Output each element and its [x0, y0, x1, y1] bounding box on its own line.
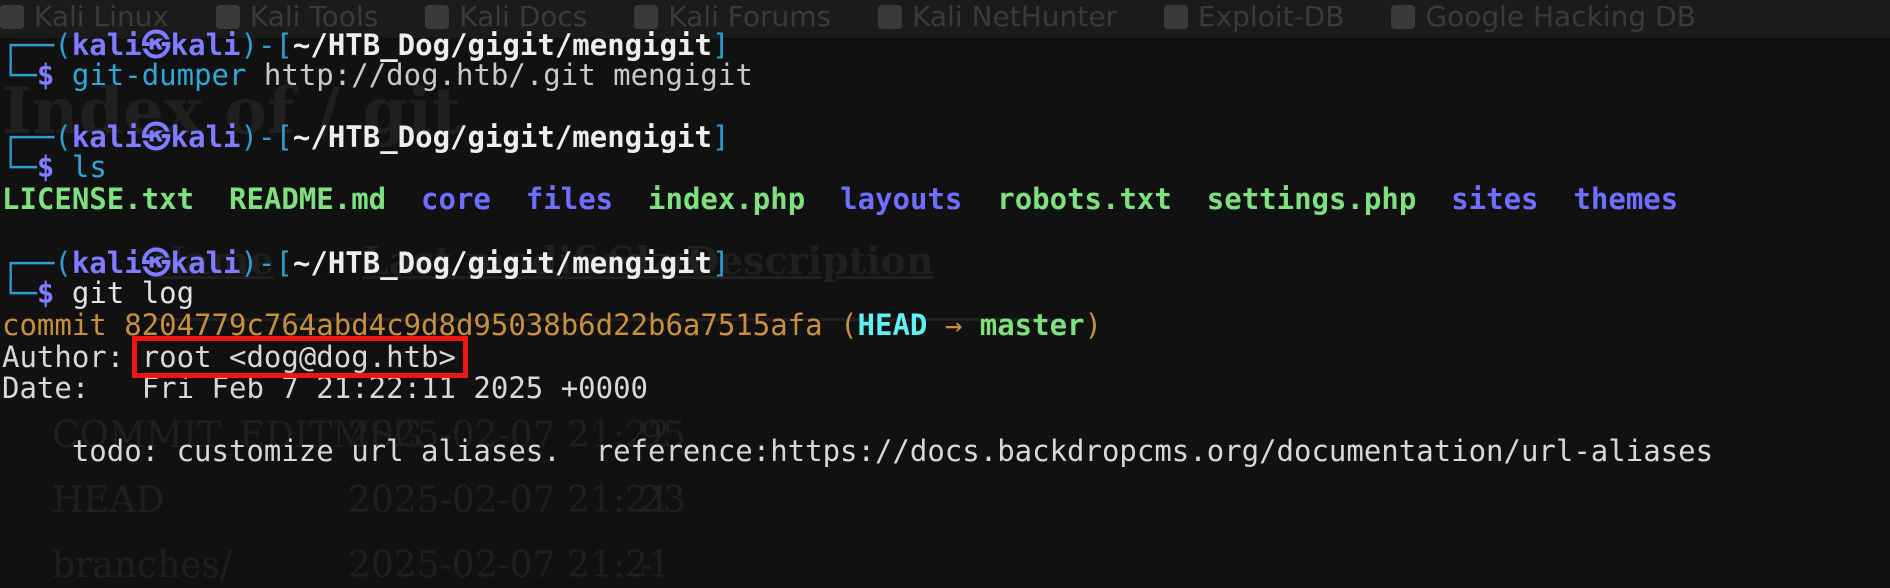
ls-entry: settings.php — [1206, 182, 1417, 216]
ls-entry: README.md — [228, 182, 387, 216]
exploit-db-icon — [1163, 5, 1188, 29]
highlight-box — [131, 336, 468, 378]
commit-head: HEAD — [857, 308, 928, 342]
command-line[interactable]: └─$ git-dumper http://dog.htb/.git mengi… — [2, 56, 753, 94]
ls-output: LICENSE.txt README.md core files index.p… — [2, 180, 1678, 218]
nethunter-icon — [878, 5, 903, 29]
ls-entry: sites — [1451, 182, 1539, 216]
ls-entry: layouts — [840, 182, 963, 216]
prompt-frame: ] — [711, 120, 730, 154]
commit-arrow: → — [927, 308, 980, 342]
command-name: git — [71, 276, 125, 310]
commit-paren: ( — [822, 308, 858, 342]
command-args: http://dog.htb/.git mengigit — [246, 58, 753, 92]
ls-entry: index.php — [648, 182, 806, 216]
prompt-frame: ] — [711, 246, 730, 280]
command-name: git-dumper — [71, 58, 247, 92]
commit-message: todo: customize url aliases. reference:h… — [2, 434, 1714, 468]
background-row-date: 2025-02-07 21:21 — [348, 545, 671, 586]
ls-entry: files — [525, 182, 614, 216]
commit-branch: master — [979, 308, 1085, 342]
prompt-dollar: $ — [36, 58, 55, 92]
prompt-frame: )-[ — [240, 246, 293, 280]
command-name: ls — [71, 150, 107, 184]
bookmark-kali-nethunter[interactable]: Kali NetHunter — [878, 0, 1117, 33]
ghdb-icon — [1391, 5, 1416, 29]
ls-entry: robots.txt — [997, 182, 1172, 216]
prompt-frame: └─ — [2, 276, 37, 310]
background-row-size: - — [640, 545, 653, 586]
command-args: log — [124, 276, 195, 310]
bookmark-google-hacking-db[interactable]: Google Hacking DB — [1391, 0, 1696, 33]
date-label: Date: — [2, 371, 142, 405]
background-row-name: branches/ — [52, 545, 233, 586]
background-row-size: 23 — [640, 480, 686, 521]
ls-entry: LICENSE.txt — [2, 182, 195, 216]
prompt-frame: └─ — [2, 150, 37, 184]
prompt-frame: )-[ — [240, 120, 293, 154]
background-row-date: 2025-02-07 21:21 — [348, 480, 671, 521]
ls-entry: core — [421, 182, 491, 216]
prompt-dollar: $ — [36, 276, 55, 310]
bookmark-exploit-db[interactable]: Exploit-DB — [1163, 0, 1344, 33]
prompt-path: ~/HTB_Dog/gigit/mengigit — [292, 246, 712, 280]
commit-paren: ) — [1084, 308, 1102, 342]
ls-entry: themes — [1573, 182, 1679, 216]
prompt-dollar: $ — [36, 150, 55, 184]
prompt-line: ┌──(kali㉿kali)-[~/HTB_Dog/gigit/mengigit… — [2, 118, 729, 156]
prompt-path: ~/HTB_Dog/gigit/mengigit — [292, 120, 712, 154]
prompt-frame: └─ — [2, 58, 37, 92]
git-message-line: todo: customize url aliases. reference:h… — [2, 432, 1713, 470]
background-row-name: HEAD — [52, 480, 165, 521]
